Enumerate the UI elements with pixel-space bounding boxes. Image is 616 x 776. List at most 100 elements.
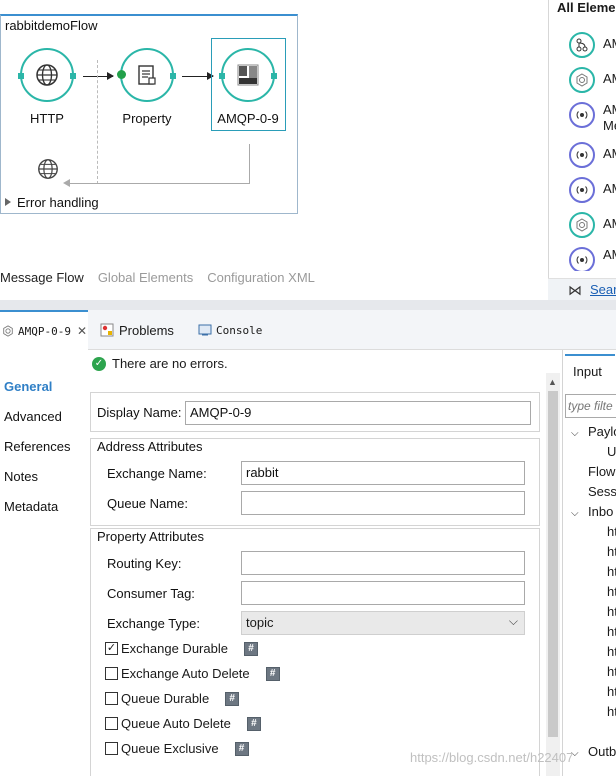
hash-toggle-icon[interactable]: #	[234, 741, 249, 756]
error-handling-toggle[interactable]: Error handling	[5, 195, 99, 210]
type-filter-input[interactable]: type filte	[565, 394, 616, 418]
palette-search-bar: ⋈ Sear	[548, 278, 616, 300]
http-node-label: HTTP	[30, 111, 64, 126]
queue-durable-checkbox[interactable]	[105, 692, 118, 705]
nav-notes[interactable]: Notes	[4, 469, 38, 484]
exchange-auto-delete-checkbox[interactable]	[105, 667, 118, 680]
exchange-auto-delete-row: Exchange Auto Delete #	[105, 666, 280, 681]
property-attributes-title: Property Attributes	[97, 529, 204, 544]
tree-item[interactable]: ht	[607, 524, 616, 539]
palette-item[interactable]: AMMe	[569, 102, 616, 133]
radio-icon	[569, 142, 595, 168]
tree-item[interactable]: ht	[607, 584, 616, 599]
radio-icon	[569, 177, 595, 203]
exchange-durable-checkbox[interactable]: ✓	[105, 642, 118, 655]
flow-container[interactable]: rabbitdemoFlow HTTP Property AMQP-0-9 Er…	[0, 14, 298, 214]
scrollbar-thumb[interactable]	[548, 391, 558, 737]
tree-item[interactable]: ht	[607, 704, 616, 719]
tree-item[interactable]: ht	[607, 664, 616, 679]
queue-name-input[interactable]	[241, 491, 525, 515]
gear-icon	[3, 325, 13, 337]
panel-separator	[0, 300, 616, 310]
expand-triangle-icon	[5, 198, 11, 206]
breakpoint-dot	[117, 70, 126, 79]
tree-item[interactable]: ht	[607, 564, 616, 579]
palette-panel: All Elements AM AM AMMe AM AM AM	[548, 0, 616, 300]
amqp-node[interactable]	[219, 48, 277, 102]
error-connector	[249, 144, 250, 184]
tree-item[interactable]: U	[607, 444, 616, 459]
nav-references[interactable]: References	[4, 439, 70, 454]
tab-input[interactable]: Input	[565, 354, 615, 384]
input-panel: Input type filte ⌵ Paylo U Flow Sessi ⌵ …	[562, 350, 616, 776]
palette-item[interactable]: AM	[569, 177, 616, 207]
flow-title: rabbitdemoFlow	[5, 18, 98, 33]
nav-general[interactable]: General	[4, 379, 52, 394]
exchange-type-select[interactable]: topic ⌵	[241, 611, 525, 635]
hash-toggle-icon[interactable]: #	[265, 666, 280, 681]
check-icon: ✓	[92, 356, 106, 371]
tree-item[interactable]: Paylo	[588, 424, 616, 439]
globe-icon	[38, 159, 58, 179]
property-node[interactable]	[117, 48, 176, 102]
palette-item[interactable]: AM	[569, 142, 616, 172]
gear-icon	[569, 212, 595, 238]
amqp-node-label: AMQP-0-9	[217, 111, 279, 126]
editor-tabs: Message Flow Global Elements Configurati…	[0, 270, 315, 288]
exchange-durable-row: ✓ Exchange Durable #	[105, 641, 258, 656]
tab-message-flow[interactable]: Message Flow	[0, 270, 84, 288]
display-name-group: Display Name: AMQP-0-9	[90, 392, 540, 432]
tree-item[interactable]: ht	[607, 684, 616, 699]
scroll-up-icon[interactable]: ▲	[548, 377, 557, 387]
search-exchange-icon: ⋈	[568, 282, 582, 298]
console-icon	[198, 324, 212, 336]
palette-item-label: AM	[603, 102, 616, 117]
nav-advanced[interactable]: Advanced	[4, 409, 62, 424]
tree-item[interactable]: Outb	[588, 744, 616, 759]
palette-item[interactable]: AM	[569, 67, 616, 97]
display-name-input[interactable]: AMQP-0-9	[185, 401, 531, 425]
routing-key-input[interactable]	[241, 551, 525, 575]
tree-item[interactable]: Inbo	[588, 504, 613, 519]
tree-item[interactable]: ht	[607, 544, 616, 559]
queue-name-label: Queue Name:	[107, 496, 188, 511]
queue-durable-row: Queue Durable #	[105, 691, 240, 706]
palette-item[interactable]: AM	[569, 247, 616, 271]
close-icon[interactable]: ✕	[77, 324, 87, 338]
radio-icon	[569, 102, 595, 128]
tab-configuration-xml[interactable]: Configuration XML	[207, 270, 315, 288]
form-scrollbar[interactable]: ▲	[546, 373, 560, 776]
tab-global-elements[interactable]: Global Elements	[98, 270, 193, 288]
flow-divider	[97, 60, 98, 184]
search-link[interactable]: Sear	[590, 282, 616, 297]
property-node-label: Property	[122, 111, 172, 126]
chevron-down-icon[interactable]: ⌵	[571, 428, 579, 439]
display-name-label: Display Name:	[97, 405, 182, 420]
hash-toggle-icon[interactable]: #	[246, 716, 261, 731]
problems-icon	[100, 323, 114, 337]
palette-item[interactable]: AM	[569, 212, 616, 242]
flow-arrow	[83, 72, 114, 80]
tab-amqp[interactable]: AMQP-0-9 ✕	[0, 310, 88, 350]
chevron-down-icon[interactable]: ⌵	[571, 508, 579, 519]
error-connector	[63, 179, 250, 187]
gear-icon	[569, 67, 595, 93]
http-node[interactable]	[18, 48, 76, 102]
queue-exclusive-checkbox[interactable]	[105, 742, 118, 755]
palette-item[interactable]: AM	[569, 32, 616, 62]
consumer-tag-input[interactable]	[241, 581, 525, 605]
exchange-type-label: Exchange Type:	[107, 616, 200, 631]
tree-item[interactable]: ht	[607, 624, 616, 639]
queue-auto-delete-checkbox[interactable]	[105, 717, 118, 730]
nav-metadata[interactable]: Metadata	[4, 499, 58, 514]
tree-item[interactable]: Flow	[588, 464, 615, 479]
hash-toggle-icon[interactable]: #	[225, 691, 240, 706]
tab-problems[interactable]: Problems	[100, 310, 174, 350]
connector-icon	[569, 32, 595, 58]
exchange-name-input[interactable]: rabbit	[241, 461, 525, 485]
hash-toggle-icon[interactable]: #	[243, 641, 258, 656]
tree-item[interactable]: Sessi	[588, 484, 616, 499]
tab-console[interactable]: Console	[198, 310, 262, 350]
tree-item[interactable]: ht	[607, 644, 616, 659]
tree-item[interactable]: ht	[607, 604, 616, 619]
